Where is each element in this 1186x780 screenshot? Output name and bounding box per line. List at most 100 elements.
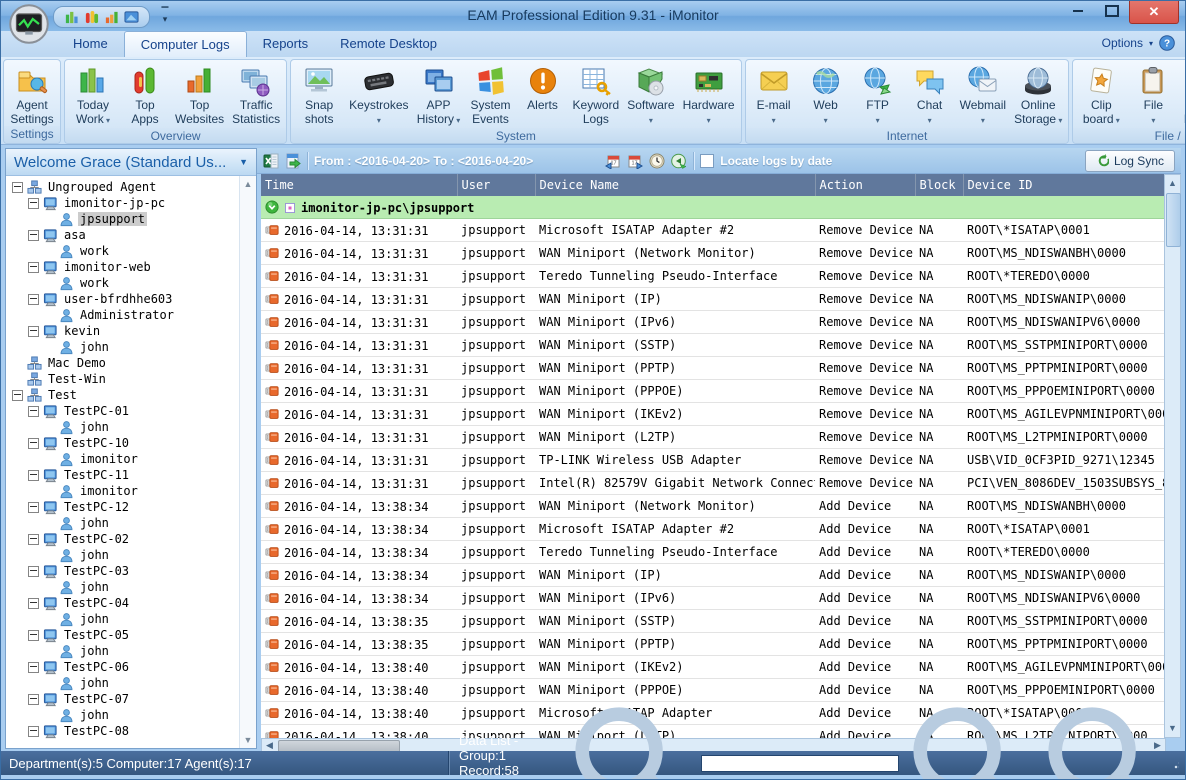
ribbon-button-file[interactable]: File▾ bbox=[1127, 63, 1179, 128]
column-header-time[interactable]: Time bbox=[261, 174, 457, 196]
table-row[interactable]: 2016-04-14, 13:31:31jpsupportWAN Minipor… bbox=[261, 242, 1166, 265]
tree-item-testpc-06[interactable]: TestPC-06 bbox=[6, 659, 240, 675]
tree-expander-icon[interactable] bbox=[28, 662, 39, 673]
tree-item-john[interactable]: john bbox=[6, 579, 240, 595]
tree-item-john[interactable]: john bbox=[6, 547, 240, 563]
ribbon-button-today-work[interactable]: TodayWork ▾ bbox=[67, 63, 119, 128]
tree-item-work[interactable]: work bbox=[6, 243, 240, 259]
ribbon-button-usb-device[interactable]: USBDevice ▾ bbox=[1179, 63, 1186, 128]
app-logo-icon[interactable] bbox=[9, 4, 49, 44]
table-row[interactable]: 2016-04-14, 13:31:31jpsupportTP-LINK Wir… bbox=[261, 449, 1166, 472]
column-header-device-id[interactable]: Device ID bbox=[963, 174, 1166, 196]
tree-item-john[interactable]: john bbox=[6, 643, 240, 659]
tree-expander-icon[interactable] bbox=[12, 390, 23, 401]
ribbon-button-online-storage[interactable]: OnlineStorage ▾ bbox=[1010, 63, 1066, 128]
tree-item-user-bfrdhhe603[interactable]: user-bfrdhhe603 bbox=[6, 291, 240, 307]
tree-expander-icon[interactable] bbox=[28, 726, 39, 737]
tab-home[interactable]: Home bbox=[57, 31, 124, 56]
ribbon-button-web[interactable]: Web▾ bbox=[800, 63, 852, 128]
tree-item-imonitor[interactable]: imonitor bbox=[6, 483, 240, 499]
table-row[interactable]: 2016-04-14, 13:31:31jpsupportWAN Minipor… bbox=[261, 426, 1166, 449]
ribbon-button-webmail[interactable]: Webmail▾ bbox=[956, 63, 1010, 128]
tree-item-administrator[interactable]: Administrator bbox=[6, 307, 240, 323]
tree-item-imonitor-jp-pc[interactable]: imonitor-jp-pc bbox=[6, 195, 240, 211]
table-row[interactable]: 2016-04-14, 13:31:31jpsupportWAN Minipor… bbox=[261, 334, 1166, 357]
column-header-user[interactable]: User bbox=[457, 174, 535, 196]
column-header-block[interactable]: Block bbox=[915, 174, 963, 196]
ribbon-button-app-history[interactable]: APPHistory ▾ bbox=[413, 63, 465, 128]
ribbon-button-agent-settings[interactable]: AgentSettings bbox=[6, 63, 58, 126]
tree-item-work[interactable]: work bbox=[6, 275, 240, 291]
help-icon[interactable]: ? bbox=[1159, 35, 1175, 51]
table-row[interactable]: 2016-04-14, 13:38:40jpsupportWAN Minipor… bbox=[261, 656, 1166, 679]
tree-item-john[interactable]: john bbox=[6, 707, 240, 723]
tree-expander-icon[interactable] bbox=[28, 326, 39, 337]
refresh-go-icon[interactable] bbox=[671, 153, 687, 169]
tree-item-john[interactable]: john bbox=[6, 515, 240, 531]
tree-item-testpc-12[interactable]: TestPC-12 bbox=[6, 499, 240, 515]
tree-item-testpc-10[interactable]: TestPC-10 bbox=[6, 435, 240, 451]
tree-scrollbar[interactable]: ▲ ▼ bbox=[239, 176, 256, 748]
tab-computer-logs[interactable]: Computer Logs bbox=[124, 31, 247, 57]
ribbon-button-software[interactable]: Software▾ bbox=[623, 63, 678, 128]
tree-item-mac-demo[interactable]: Mac Demo bbox=[6, 355, 240, 371]
table-row[interactable]: 2016-04-14, 13:31:31jpsupportWAN Minipor… bbox=[261, 357, 1166, 380]
table-row[interactable]: 2016-04-14, 13:31:31jpsupportWAN Minipor… bbox=[261, 311, 1166, 334]
maximize-button[interactable] bbox=[1095, 1, 1129, 21]
export-html-icon[interactable] bbox=[285, 153, 301, 169]
tab-reports[interactable]: Reports bbox=[247, 31, 325, 56]
tree-item-kevin[interactable]: kevin bbox=[6, 323, 240, 339]
table-row[interactable]: 2016-04-14, 13:31:31jpsupportWAN Minipor… bbox=[261, 288, 1166, 311]
tree-item-test-win[interactable]: Test-Win bbox=[6, 371, 240, 387]
tree-expander-icon[interactable] bbox=[28, 566, 39, 577]
tree-expander-icon[interactable] bbox=[28, 534, 39, 545]
ribbon-button-clip-board[interactable]: Clipboard ▾ bbox=[1075, 63, 1127, 128]
tree-scroll-down-icon[interactable]: ▼ bbox=[240, 732, 256, 748]
tree-expander-icon[interactable] bbox=[12, 182, 23, 193]
calendar-prev-icon[interactable]: 17 bbox=[605, 153, 621, 169]
status-search-input[interactable] bbox=[701, 755, 899, 772]
ribbon-button-top-apps[interactable]: TopApps bbox=[119, 63, 171, 126]
minimize-button[interactable] bbox=[1061, 1, 1095, 21]
close-button[interactable]: ✕ bbox=[1129, 1, 1179, 24]
tree-item-john[interactable]: john bbox=[6, 675, 240, 691]
tree-item-testpc-01[interactable]: TestPC-01 bbox=[6, 403, 240, 419]
table-row[interactable]: 2016-04-14, 13:38:35jpsupportWAN Minipor… bbox=[261, 633, 1166, 656]
ribbon-button-alerts[interactable]: Alerts bbox=[517, 63, 569, 112]
tree-item-imonitor-web[interactable]: imonitor-web bbox=[6, 259, 240, 275]
group-checkbox-icon[interactable] bbox=[284, 202, 296, 214]
tree-expander-icon[interactable] bbox=[28, 198, 39, 209]
options-menu[interactable]: Options bbox=[1102, 36, 1143, 50]
calendar-next-icon[interactable]: 17 bbox=[627, 153, 643, 169]
tree-item-testpc-05[interactable]: TestPC-05 bbox=[6, 627, 240, 643]
tree-item-john[interactable]: john bbox=[6, 611, 240, 627]
tree-item-testpc-02[interactable]: TestPC-02 bbox=[6, 531, 240, 547]
table-row[interactable]: 2016-04-14, 13:38:34jpsupportWAN Minipor… bbox=[261, 587, 1166, 610]
zoom-out-icon[interactable] bbox=[905, 699, 1033, 780]
tree-item-john[interactable]: john bbox=[6, 339, 240, 355]
table-vertical-scrollbar[interactable]: ▲ ▼ bbox=[1164, 174, 1181, 738]
tree-item-ungrouped-agent[interactable]: Ungrouped Agent bbox=[6, 179, 240, 195]
ribbon-button-keystrokes[interactable]: Keystrokes▾ bbox=[345, 63, 412, 128]
sidebar-header[interactable]: Welcome Grace (Standard Us... ▼ bbox=[6, 149, 256, 176]
ribbon-button-ftp[interactable]: FTP▾ bbox=[852, 63, 904, 128]
vscroll-up-icon[interactable]: ▲ bbox=[1165, 176, 1180, 191]
table-row[interactable]: 2016-04-14, 13:31:31jpsupportWAN Minipor… bbox=[261, 403, 1166, 426]
options-dropdown-arrow[interactable]: ▾ bbox=[1149, 39, 1153, 48]
ribbon-button-traffic-statistics[interactable]: TrafficStatistics bbox=[228, 63, 284, 126]
table-row[interactable]: 2016-04-14, 13:38:35jpsupportWAN Minipor… bbox=[261, 610, 1166, 633]
tree-item-testpc-08[interactable]: TestPC-08 bbox=[6, 723, 240, 739]
table-row[interactable]: 2016-04-14, 13:38:34jpsupportWAN Minipor… bbox=[261, 495, 1166, 518]
clock-icon[interactable] bbox=[649, 153, 665, 169]
table-row[interactable]: 2016-04-14, 13:31:31jpsupportWAN Minipor… bbox=[261, 380, 1166, 403]
tree-item-testpc-03[interactable]: TestPC-03 bbox=[6, 563, 240, 579]
table-row[interactable]: 2016-04-14, 13:31:31jpsupportTeredo Tunn… bbox=[261, 265, 1166, 288]
vscroll-thumb[interactable] bbox=[1166, 193, 1181, 247]
tree-expander-icon[interactable] bbox=[28, 470, 39, 481]
tree-expander-icon[interactable] bbox=[28, 294, 39, 305]
ribbon-button-chat[interactable]: Chat▾ bbox=[904, 63, 956, 128]
column-header-action[interactable]: Action bbox=[815, 174, 915, 196]
tree-item-imonitor[interactable]: imonitor bbox=[6, 451, 240, 467]
export-excel-icon[interactable] bbox=[263, 153, 279, 169]
table-row[interactable]: 2016-04-14, 13:31:31jpsupportIntel(R) 82… bbox=[261, 472, 1166, 495]
